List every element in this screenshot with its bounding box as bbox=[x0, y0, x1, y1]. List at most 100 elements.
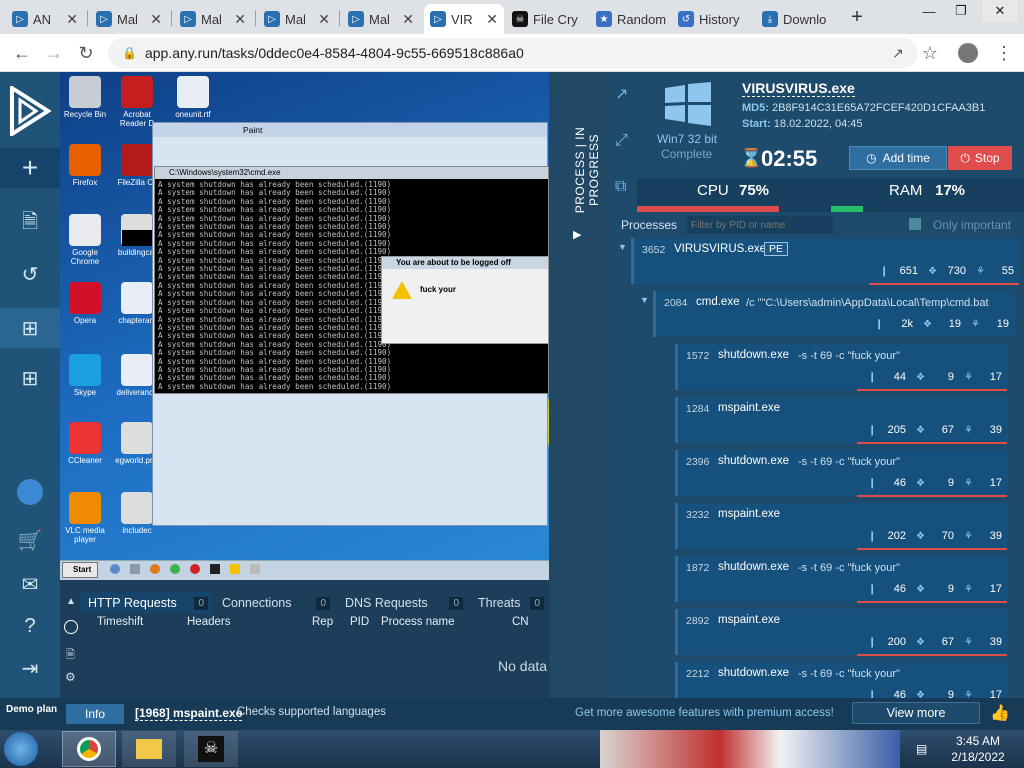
forward-icon[interactable]: → bbox=[42, 41, 66, 65]
desktop-icon[interactable]: Firefox bbox=[60, 144, 110, 187]
windows-start-orb[interactable] bbox=[4, 732, 38, 766]
desktop-icon[interactable]: Google Chrome bbox=[60, 214, 110, 266]
pirate-app-taskbar-icon[interactable]: ☠ bbox=[184, 731, 238, 767]
network-tab[interactable]: DNS Requests 0 bbox=[337, 592, 467, 614]
browser-tab[interactable]: ▷ Mal ✕ bbox=[174, 4, 252, 34]
browser-tab[interactable]: ⤓ Downlo bbox=[756, 4, 838, 34]
only-important-checkbox[interactable] bbox=[909, 218, 921, 230]
expand-arrow-icon[interactable]: ▶ bbox=[573, 228, 581, 241]
tab-close-icon[interactable]: ✕ bbox=[150, 11, 162, 28]
help-icon[interactable]: ? bbox=[0, 606, 60, 646]
stop-button[interactable]: ⏻ Stop bbox=[948, 146, 1012, 170]
ram-block: RAM 17% bbox=[831, 178, 1024, 212]
chrome-taskbar-icon[interactable] bbox=[62, 731, 116, 767]
tab-close-icon[interactable]: ✕ bbox=[486, 11, 498, 28]
browser-tab[interactable]: ▷ VIR ✕ bbox=[424, 4, 504, 34]
view-more-button[interactable]: View more bbox=[852, 702, 980, 724]
reload-icon[interactable]: ↻ bbox=[74, 41, 98, 65]
close-window-button[interactable]: ✕ bbox=[982, 0, 1018, 22]
process-row[interactable]: 2396 shutdown.exe -s -t 69 -c "fuck your" ❙… bbox=[675, 450, 1008, 497]
logoff-dialog[interactable]: You are about to be logged off fuck your bbox=[381, 256, 549, 344]
profile-avatar-icon[interactable] bbox=[956, 41, 980, 65]
bookmark-star-icon[interactable]: ☆ bbox=[918, 41, 942, 65]
anyrun-icon: ▷ bbox=[264, 11, 280, 27]
fullscreen-icon[interactable]: ⤢ bbox=[615, 132, 628, 150]
bug-icon[interactable]: ⚙ bbox=[65, 670, 76, 684]
public-tasks-icon[interactable]: ⊞ bbox=[0, 358, 60, 398]
history-icon[interactable]: ↺ bbox=[0, 254, 60, 294]
process-progress-strip[interactable]: PROCESS | IN PROGRESS ▶ bbox=[549, 72, 609, 698]
browser-tab[interactable]: ★ Random bbox=[590, 4, 670, 34]
cpu-bar bbox=[637, 206, 779, 212]
paint-title: Paint bbox=[153, 123, 547, 137]
share-icon[interactable]: ↗ bbox=[886, 41, 910, 65]
tab-close-icon[interactable]: ✕ bbox=[318, 11, 330, 28]
browser-tab[interactable]: ☠ File Cry bbox=[506, 4, 586, 34]
tray-clock-date[interactable]: 2/18/2022 bbox=[946, 750, 1010, 764]
windows-tasks-icon[interactable]: ⊞ bbox=[0, 308, 60, 348]
restore-button[interactable]: ❐ bbox=[946, 0, 976, 22]
process-row[interactable]: ▼ 2084 cmd.exe/c ""C:\Users\admin\AppData\… bbox=[640, 291, 1015, 337]
tab-label: AN bbox=[33, 11, 52, 27]
menu-kebab-icon[interactable]: ⋮ bbox=[992, 41, 1016, 65]
desktop-icon[interactable]: CCleaner bbox=[60, 422, 110, 465]
new-tab-button[interactable]: + bbox=[846, 6, 868, 28]
process-stats: ❙ 651 ❖ 730 ⚘ 55 bbox=[870, 265, 1014, 277]
new-task-icon[interactable]: + bbox=[0, 148, 60, 188]
cart-icon[interactable]: 🛒 bbox=[0, 520, 60, 560]
desktop-icon[interactable]: Acrobat Reader D bbox=[112, 76, 162, 128]
tree-collapse-icon[interactable]: ▼ bbox=[618, 242, 627, 252]
reports-icon[interactable]: 🗎 bbox=[0, 204, 60, 244]
process-row[interactable]: 2892 mspaint.exe ❙ 200 ❖ 67 ⚘ 39 bbox=[675, 609, 1008, 656]
process-reg-count: 9 bbox=[947, 689, 954, 698]
thumbs-up-icon[interactable]: 👍 bbox=[990, 703, 1010, 723]
open-new-window-icon[interactable]: ↗ bbox=[615, 84, 628, 104]
task-filename[interactable]: VIRUSVIRUS.exe bbox=[742, 80, 855, 97]
process-mod-count: 55 bbox=[1001, 265, 1014, 277]
anyrun-logo-icon[interactable] bbox=[0, 78, 60, 144]
browser-tab[interactable]: ▷ Mal ✕ bbox=[90, 4, 168, 34]
process-row[interactable]: 3232 mspaint.exe ❙ 202 ❖ 70 ⚘ 39 bbox=[675, 503, 1008, 550]
file-icon[interactable]: 🗎 bbox=[66, 646, 75, 665]
mail-icon[interactable]: ✉ bbox=[0, 564, 60, 604]
collapse-up-icon[interactable]: ▲ bbox=[66, 596, 76, 607]
tab-close-icon[interactable]: ✕ bbox=[402, 11, 414, 28]
network-tab[interactable]: Threats 0 bbox=[470, 592, 548, 614]
process-row[interactable]: 1872 shutdown.exe -s -t 69 -c "fuck your" ❙… bbox=[675, 556, 1008, 603]
tab-close-icon[interactable]: ✕ bbox=[66, 11, 78, 28]
desktop-icon[interactable]: Skype bbox=[60, 354, 110, 397]
process-row[interactable]: 1284 mspaint.exe ❙ 205 ❖ 67 ⚘ 39 bbox=[675, 397, 1008, 444]
process-row[interactable]: ▼ 3652 VIRUSVIRUS.exe PE ❙ 651 ❖ 730 ⚘ 55 bbox=[618, 238, 1020, 285]
tray-clock-time[interactable]: 3:45 AM bbox=[950, 734, 1006, 748]
copy-icon[interactable]: ⧉ bbox=[615, 178, 626, 196]
process-filter-input[interactable] bbox=[687, 216, 833, 234]
url-field[interactable]: 🔒 app.any.run/tasks/0ddec0e4-8584-4804-9… bbox=[108, 38, 918, 68]
vm-start-button[interactable]: Start bbox=[62, 562, 98, 578]
desktop-icon[interactable]: oneunit.rtf bbox=[168, 76, 218, 119]
desktop-icon-image bbox=[69, 144, 101, 176]
timer: 02:55 bbox=[761, 146, 818, 171]
windows11-icon[interactable] bbox=[0, 472, 60, 512]
desktop-icon[interactable]: Recycle Bin bbox=[60, 76, 110, 119]
network-tab[interactable]: Connections 0 bbox=[214, 592, 334, 614]
add-time-button[interactable]: ◷ Add time bbox=[849, 146, 947, 170]
network-tab[interactable]: HTTP Requests 0 bbox=[80, 592, 212, 614]
browser-tab[interactable]: ▷ AN ✕ bbox=[6, 4, 84, 34]
logout-icon[interactable]: ⇥ bbox=[0, 648, 60, 688]
process-row[interactable]: 2212 shutdown.exe -s -t 69 -c "fuck your" ❙… bbox=[675, 662, 1008, 698]
desktop-icon[interactable]: VLC media player bbox=[60, 492, 110, 544]
tab-close-icon[interactable]: ✕ bbox=[234, 11, 246, 28]
browser-tab[interactable]: ▷ Mal ✕ bbox=[342, 4, 420, 34]
explorer-taskbar-icon[interactable] bbox=[122, 731, 176, 767]
globe-icon[interactable] bbox=[64, 620, 78, 634]
minimize-button[interactable]: — bbox=[914, 0, 944, 22]
back-icon[interactable]: ← bbox=[10, 41, 34, 65]
log-process[interactable]: [1968] mspaint.exe bbox=[135, 706, 243, 721]
process-row[interactable]: 1572 shutdown.exe -s -t 69 -c "fuck your" ❙… bbox=[675, 344, 1008, 391]
tree-collapse-icon[interactable]: ▼ bbox=[640, 295, 649, 305]
browser-tab[interactable]: ↺ History bbox=[672, 4, 754, 34]
network-tray-icon[interactable]: ▤ bbox=[916, 742, 927, 756]
browser-tab[interactable]: ▷ Mal ✕ bbox=[258, 4, 336, 34]
desktop-icon[interactable]: Opera bbox=[60, 282, 110, 325]
info-button[interactable]: Info bbox=[66, 704, 124, 724]
